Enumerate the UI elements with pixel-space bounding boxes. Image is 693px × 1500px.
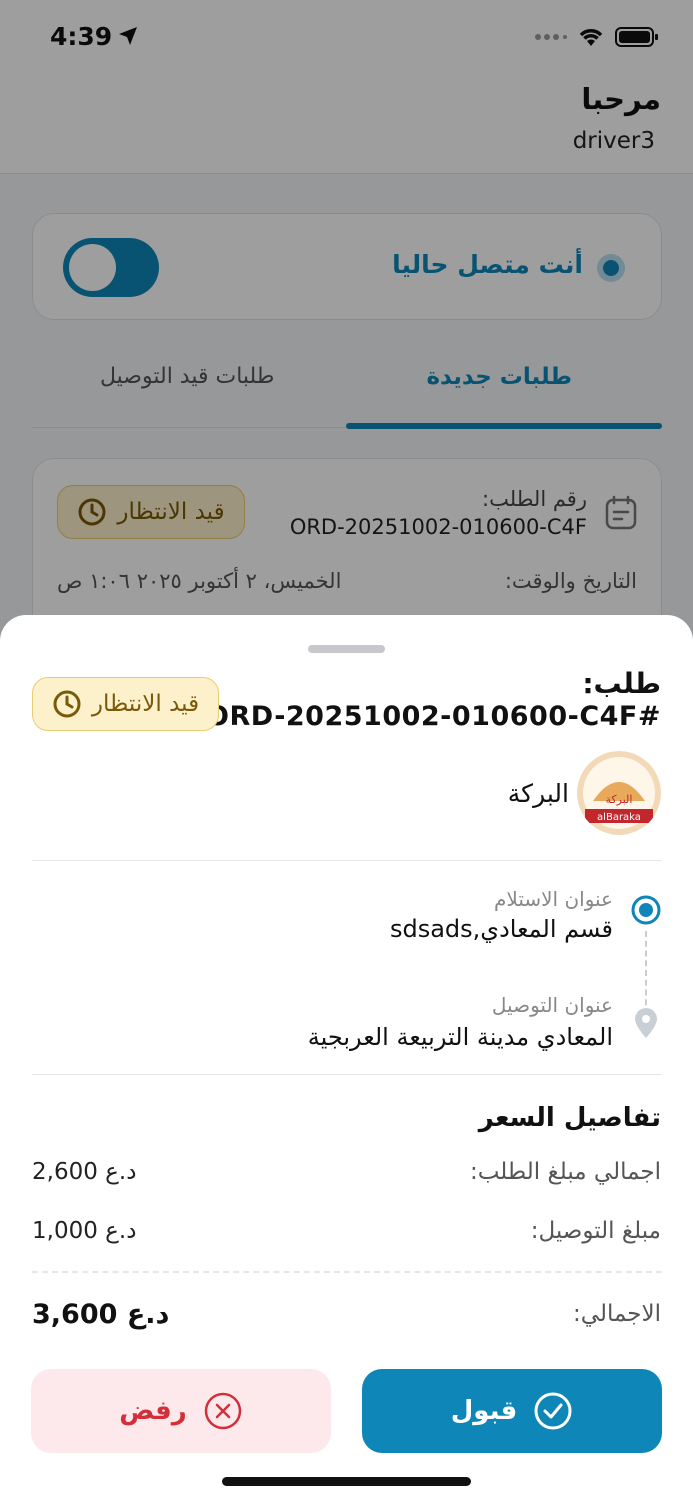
pickup-address: قسم المعادي,sdsads bbox=[389, 915, 613, 943]
store-name: البركة bbox=[507, 779, 569, 808]
store-logo: البركة alBaraka bbox=[577, 751, 661, 835]
delivery-fee-label: مبلغ التوصيل: bbox=[530, 1218, 661, 1244]
check-circle-icon bbox=[534, 1392, 572, 1430]
sheet-title: طلب: bbox=[582, 667, 661, 700]
clock-icon bbox=[53, 690, 81, 718]
svg-text:alBaraka: alBaraka bbox=[597, 812, 641, 823]
dropoff-label: عنوان التوصيل bbox=[491, 993, 613, 1017]
status-badge: قيد الانتظار bbox=[32, 677, 219, 731]
status-badge-label: قيد الانتظار bbox=[91, 691, 200, 717]
subtotal-label: اجمالي مبلغ الطلب: bbox=[469, 1159, 661, 1185]
total-value: 3,600 د.ع bbox=[32, 1299, 170, 1330]
svg-text:البركة: البركة bbox=[606, 793, 633, 806]
total-label: الاجمالي: bbox=[573, 1301, 661, 1327]
delivery-fee-value: 1,000 د.ع bbox=[32, 1218, 137, 1244]
dashed-divider bbox=[32, 1271, 662, 1273]
price-details-title: تفاصيل السعر bbox=[478, 1103, 661, 1133]
pickup-label: عنوان الاستلام bbox=[494, 887, 613, 911]
reject-button-label: رفض bbox=[119, 1396, 187, 1426]
sheet-order-number: ORD-20251002-010600-C4F# bbox=[206, 701, 661, 732]
home-indicator[interactable] bbox=[222, 1477, 471, 1486]
accept-button-label: قبول bbox=[450, 1396, 518, 1426]
accept-button[interactable]: قبول bbox=[362, 1369, 662, 1453]
dropoff-address: المعادي مدينة التربيعة العربجية bbox=[307, 1023, 613, 1051]
pickup-pin-icon bbox=[631, 895, 661, 925]
subtotal-value: 2,600 د.ع bbox=[32, 1159, 137, 1185]
divider bbox=[32, 1074, 662, 1075]
sheet-grabber[interactable] bbox=[308, 645, 385, 653]
dropoff-pin-icon bbox=[635, 1008, 657, 1038]
reject-button[interactable]: رفض bbox=[31, 1369, 331, 1453]
divider bbox=[32, 860, 662, 861]
x-circle-icon bbox=[204, 1392, 241, 1430]
order-details-sheet: طلب: ORD-20251002-010600-C4F# قيد الانتظ… bbox=[0, 615, 693, 1500]
route-connector bbox=[645, 931, 647, 1015]
